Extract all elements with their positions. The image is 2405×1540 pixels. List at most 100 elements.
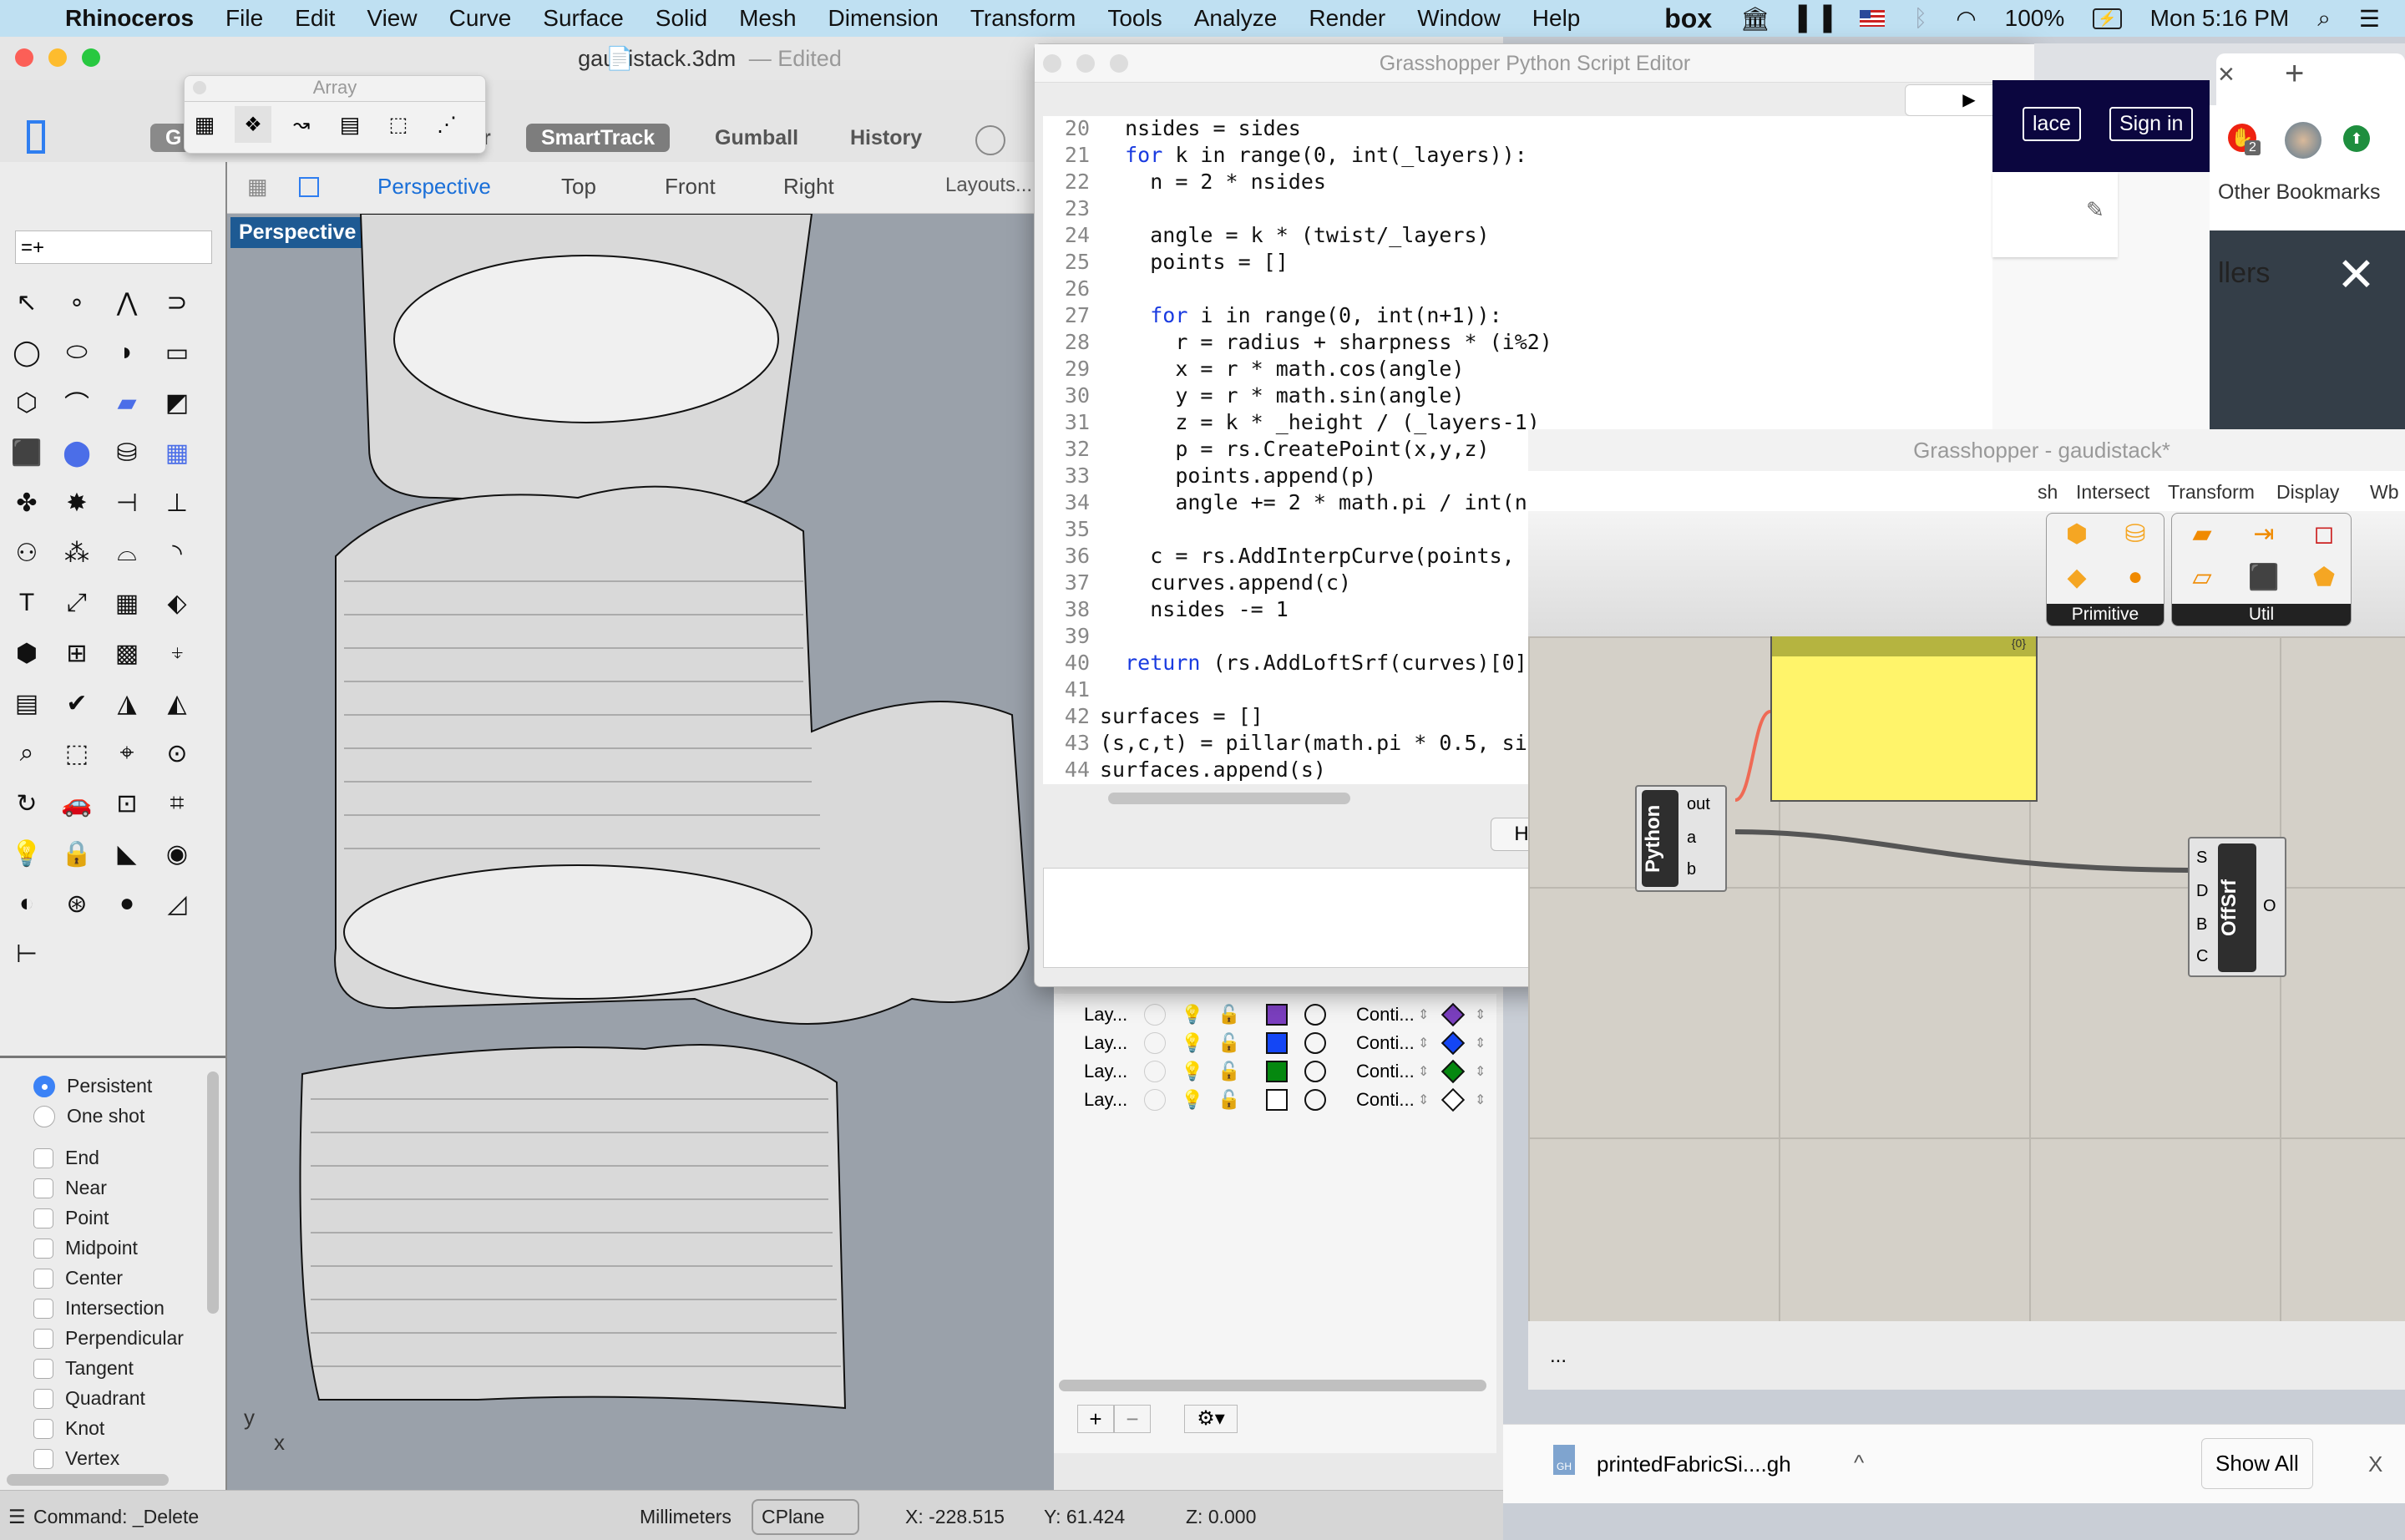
trim-icon[interactable]: ⊣ — [109, 484, 145, 521]
analyze-icon[interactable]: ◮ — [109, 685, 145, 722]
dimensions-icon[interactable]: ⬟ — [2306, 559, 2342, 595]
layer-row[interactable]: Lay... 💡 🔓 Conti... ⇕ ⇕ — [1054, 1029, 1496, 1057]
menu-help[interactable]: Help — [1532, 5, 1581, 32]
us-flag-icon[interactable] — [1860, 10, 1886, 27]
osnap-tangent[interactable]: Tangent — [33, 1357, 134, 1380]
code-line[interactable]: 41 — [1043, 677, 1100, 704]
code-line[interactable]: 35 — [1043, 517, 1100, 544]
gh-tab-display[interactable]: Display — [2276, 481, 2339, 504]
array-popup-close[interactable] — [193, 81, 206, 94]
layer-name[interactable]: Lay... — [1084, 1061, 1127, 1082]
menu-file[interactable]: File — [225, 5, 263, 32]
osnap-mode-one-shot[interactable]: One shot — [33, 1105, 144, 1127]
checkbox[interactable] — [33, 1178, 53, 1198]
layer-lock-icon[interactable]: 🔓 — [1218, 1004, 1240, 1026]
close-menu-icon[interactable]: ✕ — [2337, 247, 2376, 302]
tab-perspective[interactable]: Perspective — [377, 174, 491, 200]
battery-icon[interactable]: ⚡ — [2093, 8, 2122, 29]
box-grid-icon[interactable]: ◆ — [2058, 559, 2095, 595]
wifi-icon[interactable]: ◠ — [1956, 5, 1976, 33]
surface-points-icon[interactable]: ▰ — [2184, 515, 2220, 552]
code-line[interactable]: 43 (s,c,t) = pillar(math.pi * 0.5, sides=… — [1043, 731, 1602, 757]
layer-current-radio[interactable] — [1144, 1089, 1166, 1111]
code-horizontal-scrollbar[interactable] — [1108, 793, 1350, 804]
osnap-mode-persistent[interactable]: Persistent — [33, 1075, 152, 1097]
cylinder-icon[interactable]: ⛁ — [2117, 515, 2154, 552]
layer-color-swatch[interactable] — [1266, 1061, 1288, 1082]
print-color-stepper-icon[interactable]: ⇕ — [1475, 1006, 1486, 1023]
layer-material-circle[interactable] — [1304, 1061, 1326, 1082]
curve-edit-icon[interactable]: ⌓ — [109, 534, 145, 571]
array-surface-icon[interactable]: ▤ — [332, 106, 368, 143]
offset-icon[interactable]: ◝ — [159, 534, 195, 571]
code-line[interactable]: 21 for k in range(0, int(_layers)): — [1043, 143, 1527, 170]
split-icon[interactable]: ⊥ — [159, 484, 195, 521]
mesh-tools-icon[interactable]: ⊞ — [58, 635, 95, 671]
code-line[interactable]: 26 — [1043, 276, 1100, 303]
grid-snap-icon[interactable]: ⊡ — [109, 785, 145, 822]
layer-row[interactable]: Lay... 💡 🔓 Conti... ⇕ ⇕ — [1054, 1086, 1496, 1114]
code-line[interactable]: 39 — [1043, 624, 1100, 651]
checkbox[interactable] — [33, 1448, 53, 1469]
sphere-icon[interactable]: ● — [2117, 559, 2154, 595]
print-color-stepper-icon[interactable]: ⇕ — [1475, 1092, 1486, 1108]
checkbox[interactable] — [33, 1358, 53, 1379]
python-component[interactable]: Python out a b — [1635, 785, 1727, 892]
menu-tools[interactable]: Tools — [1107, 5, 1162, 32]
fillet-icon[interactable]: ⌒ — [58, 384, 95, 421]
render-icon[interactable]: ◭ — [159, 685, 195, 722]
menu-analyze[interactable]: Analyze — [1194, 5, 1278, 32]
edges-icon[interactable]: ◻ — [2306, 515, 2342, 552]
transform-icon[interactable]: ⤢ — [58, 585, 95, 621]
checkbox[interactable] — [33, 1238, 53, 1259]
gh-tab-intersect[interactable]: Intersect — [2076, 481, 2149, 504]
layer-linetype[interactable]: Conti... — [1356, 1061, 1415, 1082]
menu-solid[interactable]: Solid — [656, 5, 707, 32]
layer-visible-bulb-icon[interactable]: 💡 — [1181, 1004, 1203, 1026]
bank-icon[interactable]: 🏛 — [1740, 5, 1770, 33]
record-history-icon[interactable] — [975, 125, 1005, 155]
python-output-a[interactable]: a — [1687, 828, 1696, 848]
group-icon[interactable]: ⁂ — [58, 534, 95, 571]
polyline-icon[interactable]: ⋀ — [109, 284, 145, 321]
code-line[interactable]: 37 curves.append(c) — [1043, 570, 1351, 597]
layer-row[interactable]: Lay... 💡 🔓 Conti... ⇕ ⇕ — [1054, 1000, 1496, 1029]
sphere-icon[interactable]: ⬤ — [58, 434, 95, 471]
print-color-stepper-icon[interactable]: ⇕ — [1475, 1035, 1486, 1051]
material-icon[interactable]: ◣ — [109, 835, 145, 872]
print-color-diamond[interactable] — [1440, 1031, 1466, 1056]
checkbox[interactable] — [33, 1268, 53, 1289]
car-icon[interactable]: 🚗 — [58, 785, 95, 822]
show-all-downloads-button[interactable]: Show All — [2201, 1438, 2313, 1489]
osnap-horizontal-scrollbar[interactable] — [7, 1474, 169, 1486]
check-icon[interactable]: ✔ — [58, 685, 95, 722]
profile-avatar[interactable] — [2285, 122, 2321, 159]
other-bookmarks[interactable]: Other Bookmarks — [2218, 180, 2381, 205]
layer-linetype[interactable]: Conti... — [1356, 1004, 1415, 1026]
layer-lock-icon[interactable]: 🔓 — [1218, 1089, 1240, 1111]
osnap-near[interactable]: Near — [33, 1177, 107, 1199]
zoom-extents-icon[interactable]: ⌖ — [109, 735, 145, 772]
clock[interactable]: Mon 5:16 PM — [2150, 5, 2290, 32]
menu-view[interactable]: View — [367, 5, 417, 32]
download-filename[interactable]: printedFabricSi....gh — [1597, 1451, 1791, 1477]
layer-material-circle[interactable] — [1304, 1004, 1326, 1026]
lock-icon[interactable]: 🔒 — [58, 835, 95, 872]
command-input[interactable]: =+ — [15, 230, 212, 264]
layer-current-radio[interactable] — [1144, 1061, 1166, 1082]
layer-lock-icon[interactable]: 🔓 — [1218, 1061, 1240, 1082]
array-crv-on-srf-icon[interactable]: ⬚ — [380, 106, 417, 143]
surface-frames-icon[interactable]: ▱ — [2184, 559, 2220, 595]
arc-icon[interactable]: ◗ — [109, 334, 145, 371]
gumball-toggle[interactable]: Gumball — [700, 124, 813, 152]
page-nav-text[interactable]: llers — [2218, 257, 2270, 290]
radio[interactable] — [33, 1105, 55, 1127]
code-line[interactable]: 25 points = [] — [1043, 250, 1289, 276]
box-points-icon[interactable]: ⬢ — [2058, 515, 2095, 552]
viewport-layout-icon[interactable]: ▦ — [247, 174, 268, 200]
solid-tools-icon[interactable]: ⬢ — [8, 635, 45, 671]
layer-linetype[interactable]: Conti... — [1356, 1089, 1415, 1111]
osnap-end[interactable]: End — [33, 1147, 99, 1169]
explode-icon[interactable]: ✸ — [58, 484, 95, 521]
layer-current-radio[interactable] — [1144, 1032, 1166, 1054]
